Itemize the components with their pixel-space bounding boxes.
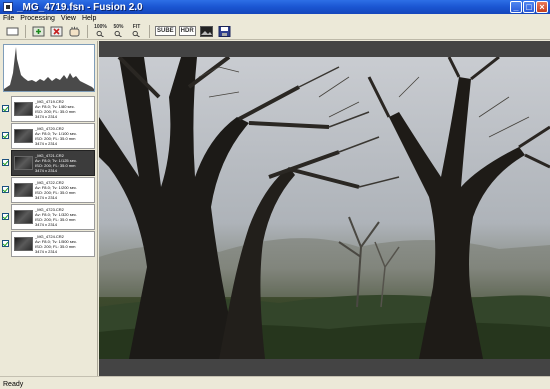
zoom-50-icon: [114, 30, 122, 37]
new-button[interactable]: [5, 25, 20, 38]
include-checkbox[interactable]: [2, 105, 9, 112]
thumbnail-card[interactable]: _MG_4724.CR2 Av: F8.0; Tv: 1/500 sec. IS…: [11, 230, 95, 257]
menu-help[interactable]: Help: [79, 14, 99, 23]
image-size: 3474 x 2314: [35, 140, 58, 146]
toolbar-separator: [149, 24, 150, 38]
list-item[interactable]: _MG_4723.CR2 Av: F8.0; Tv: 1/320 sec. IS…: [0, 203, 97, 230]
window-title: _MG_4719.fsn - Fusion 2.0: [17, 1, 143, 13]
histogram: [3, 44, 95, 92]
hand-tool-button[interactable]: [67, 25, 82, 38]
status-text: Ready: [3, 381, 24, 388]
maximize-button[interactable]: □: [523, 1, 535, 13]
minimize-button[interactable]: _: [510, 1, 522, 13]
toolbar-separator: [25, 24, 26, 38]
menu-processing[interactable]: Processing: [17, 14, 58, 23]
include-checkbox[interactable]: [2, 213, 9, 220]
thumbnail-meta: _MG_4719.CR2 Av: F8.0; Tv: 1/80 sec. ISO…: [35, 99, 75, 119]
status-bar: Ready: [0, 376, 550, 389]
thumbnail-image: [14, 209, 33, 224]
list-item[interactable]: _MG_4721.CR2 Av: F8.0; Tv: 1/125 sec. IS…: [0, 149, 97, 176]
menu-bar: File Processing View Help: [0, 14, 550, 23]
thumbnail-meta: _MG_4720.CR2 Av: F8.0; Tv: 1/100 sec. IS…: [35, 126, 77, 146]
image-button[interactable]: [199, 25, 214, 38]
histogram-graph: [4, 47, 94, 91]
zoom-fit-icon: [132, 30, 140, 37]
sube-button[interactable]: SUBE: [155, 26, 176, 36]
image-size: 3474 x 2314: [35, 167, 58, 173]
thumbnail-image: [14, 128, 33, 143]
window-controls: _ □ ×: [510, 1, 548, 13]
image-size: 3474 x 2314: [35, 194, 58, 200]
toolbar: 100% 50% FIT SUBE HDR: [0, 23, 550, 40]
list-item[interactable]: _MG_4720.CR2 Av: F8.0; Tv: 1/100 sec. IS…: [0, 122, 97, 149]
add-images-button[interactable]: [31, 25, 46, 38]
close-button[interactable]: ×: [536, 1, 548, 13]
thumbnail-meta: _MG_4724.CR2 Av: F8.0; Tv: 1/500 sec. IS…: [35, 234, 77, 254]
new-icon: [6, 27, 19, 35]
zoom-fit-button[interactable]: FIT: [129, 25, 144, 38]
zoom-100-button[interactable]: 100%: [93, 25, 108, 38]
list-item[interactable]: _MG_4722.CR2 Av: F8.0; Tv: 1/200 sec. IS…: [0, 176, 97, 203]
image-icon: [199, 25, 213, 37]
thumbnail-meta: _MG_4721.CR2 Av: F8.0; Tv: 1/125 sec. IS…: [35, 153, 77, 173]
image-size: 3474 x 2314: [35, 113, 58, 119]
remove-images-button[interactable]: [49, 25, 64, 38]
hand-icon: [69, 26, 80, 36]
thumbnail-card-selected[interactable]: _MG_4721.CR2 Av: F8.0; Tv: 1/125 sec. IS…: [11, 149, 95, 176]
thumbnail-card[interactable]: _MG_4719.CR2 Av: F8.0; Tv: 1/80 sec. ISO…: [11, 95, 95, 122]
preview-image[interactable]: [99, 57, 550, 359]
zoom-50-button[interactable]: 50%: [111, 25, 126, 38]
thumbnail-card[interactable]: _MG_4722.CR2 Av: F8.0; Tv: 1/200 sec. IS…: [11, 176, 95, 203]
save-icon: [218, 25, 231, 37]
thumbnail-card[interactable]: _MG_4723.CR2 Av: F8.0; Tv: 1/320 sec. IS…: [11, 203, 95, 230]
remove-icon: [50, 26, 63, 36]
thumbnail-list: _MG_4719.CR2 Av: F8.0; Tv: 1/80 sec. ISO…: [0, 95, 97, 257]
left-panel: _MG_4719.CR2 Av: F8.0; Tv: 1/80 sec. ISO…: [0, 41, 98, 376]
include-checkbox[interactable]: [2, 240, 9, 247]
menu-view[interactable]: View: [58, 14, 79, 23]
zoom-100-icon: [96, 30, 104, 37]
thumbnail-image: [14, 236, 33, 251]
app-icon[interactable]: [3, 2, 13, 12]
list-item[interactable]: _MG_4724.CR2 Av: F8.0; Tv: 1/500 sec. IS…: [0, 230, 97, 257]
tree-photo: [99, 57, 550, 359]
include-checkbox[interactable]: [2, 132, 9, 139]
thumbnail-image: [14, 155, 33, 170]
toolbar-separator: [87, 24, 88, 38]
preview-area[interactable]: [99, 41, 550, 376]
image-size: 3474 x 2314: [35, 221, 58, 227]
list-item[interactable]: _MG_4719.CR2 Av: F8.0; Tv: 1/80 sec. ISO…: [0, 95, 97, 122]
save-button[interactable]: [217, 25, 232, 38]
image-size: 3474 x 2314: [35, 248, 58, 254]
title-bar[interactable]: _MG_4719.fsn - Fusion 2.0 _ □ ×: [0, 0, 550, 14]
hdr-button[interactable]: HDR: [178, 26, 196, 36]
thumbnail-card[interactable]: _MG_4720.CR2 Av: F8.0; Tv: 1/100 sec. IS…: [11, 122, 95, 149]
thumbnail-meta: _MG_4723.CR2 Av: F8.0; Tv: 1/320 sec. IS…: [35, 207, 77, 227]
thumbnail-image: [14, 182, 33, 197]
thumbnail-image: [14, 101, 33, 116]
add-icon: [32, 26, 45, 36]
thumbnail-meta: _MG_4722.CR2 Av: F8.0; Tv: 1/200 sec. IS…: [35, 180, 77, 200]
menu-file[interactable]: File: [0, 14, 17, 23]
include-checkbox[interactable]: [2, 186, 9, 193]
include-checkbox[interactable]: [2, 159, 9, 166]
